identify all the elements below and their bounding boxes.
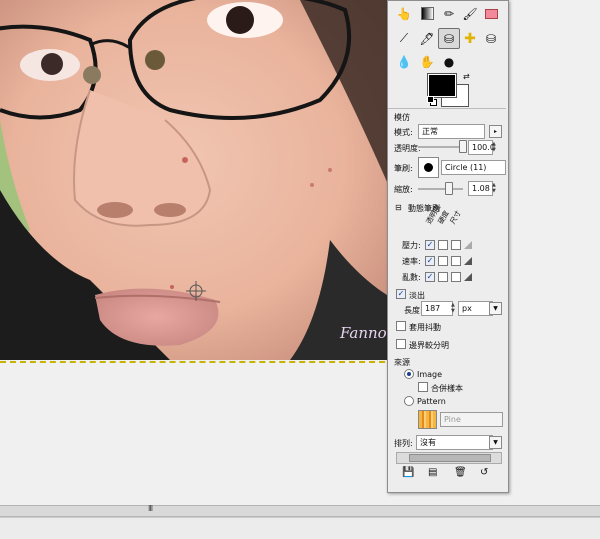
opacity-slider-track[interactable] bbox=[418, 146, 463, 148]
source-pattern-radio[interactable] bbox=[404, 396, 414, 406]
scale-slider-track[interactable] bbox=[418, 188, 463, 190]
source-pattern-label: Pattern bbox=[417, 397, 446, 406]
clone-stamp-icon[interactable]: ⛁ bbox=[438, 28, 460, 49]
opacity-label: 透明度: bbox=[394, 144, 421, 153]
brush-preview[interactable] bbox=[418, 157, 439, 178]
paintbrush-icon[interactable]: 🖌 bbox=[460, 4, 480, 23]
velocity-size-checkbox[interactable] bbox=[451, 256, 461, 266]
velocity-opacity-checkbox[interactable]: ✓ bbox=[425, 256, 435, 266]
pattern-swatch[interactable] bbox=[418, 410, 437, 429]
source-label: 來源 bbox=[394, 358, 410, 367]
circle-brush-icon bbox=[424, 163, 433, 172]
velocity-curve-icon[interactable] bbox=[464, 257, 472, 265]
opacity-input[interactable]: 100.0 bbox=[468, 140, 495, 155]
options-scrollbar[interactable] bbox=[396, 452, 502, 464]
clone-hand-icon[interactable]: 👆 bbox=[394, 4, 414, 23]
align-dropdown-chevron-icon[interactable]: ▼ bbox=[489, 436, 502, 449]
pressure-curve-icon[interactable] bbox=[464, 241, 472, 249]
hard-edge-label: 邊界較分明 bbox=[409, 341, 449, 350]
dodge-icon[interactable]: ● bbox=[439, 52, 459, 71]
smudge-icon[interactable]: ✋ bbox=[417, 52, 437, 71]
delete-options-icon[interactable]: 🗑 bbox=[454, 467, 467, 478]
options-footer: 💾 ▤ 🗑 ↺ bbox=[398, 467, 498, 481]
align-label: 排列: bbox=[394, 439, 413, 448]
restore-options-icon[interactable]: ▤ bbox=[428, 467, 437, 478]
color-picker-icon[interactable]: ⟋ bbox=[394, 29, 414, 48]
scale-slider-knob[interactable] bbox=[445, 182, 453, 195]
pressure-opacity-checkbox[interactable]: ✓ bbox=[425, 240, 435, 250]
length-unit-select[interactable]: px bbox=[458, 301, 493, 316]
hard-edge-checkbox[interactable] bbox=[396, 339, 406, 349]
sample-merged-label: 合併樣本 bbox=[431, 384, 463, 393]
fade-checkbox[interactable]: ✓ bbox=[396, 289, 406, 299]
opacity-slider-knob[interactable] bbox=[459, 140, 467, 153]
jitter-label: 套用抖動 bbox=[409, 323, 441, 332]
fade-label: 淡出 bbox=[409, 291, 425, 300]
options-title: 模仿 bbox=[394, 113, 410, 122]
random-size-checkbox[interactable] bbox=[451, 272, 461, 282]
random-curve-icon[interactable] bbox=[464, 273, 472, 281]
source-image-radio[interactable] bbox=[404, 369, 414, 379]
blur-icon[interactable]: 💧 bbox=[394, 52, 414, 71]
gradient-icon[interactable] bbox=[417, 4, 437, 23]
random-opacity-checkbox[interactable]: ✓ bbox=[425, 272, 435, 282]
pressure-label: 壓力: bbox=[402, 241, 421, 250]
unit-dropdown-chevron-icon[interactable]: ▼ bbox=[489, 302, 502, 315]
scale-label: 縮放: bbox=[394, 185, 413, 194]
watermark-text: Fanno bbox=[340, 324, 387, 342]
length-input[interactable]: 187 bbox=[421, 301, 453, 316]
opacity-spinner[interactable]: ▲ ▼ bbox=[492, 141, 498, 154]
pattern-name-field: Pine bbox=[440, 412, 503, 427]
reset-options-icon[interactable]: ↺ bbox=[480, 467, 488, 478]
length-spinner[interactable]: ▲ ▼ bbox=[451, 302, 457, 315]
horizontal-scrollbar[interactable]: III bbox=[0, 504, 600, 517]
mode-label: 模式: bbox=[394, 128, 413, 137]
sample-merged-checkbox[interactable] bbox=[418, 382, 428, 392]
pressure-hardness-checkbox[interactable] bbox=[438, 240, 448, 250]
reset-colors-icon[interactable] bbox=[427, 96, 437, 106]
jitter-checkbox[interactable] bbox=[396, 321, 406, 331]
source-image-label: Image bbox=[417, 370, 443, 379]
color-selector[interactable]: ⇄ bbox=[427, 72, 470, 107]
options-scrollbar-thumb[interactable] bbox=[409, 454, 491, 462]
pressure-size-checkbox[interactable] bbox=[451, 240, 461, 250]
velocity-hardness-checkbox[interactable] bbox=[438, 256, 448, 266]
save-options-icon[interactable]: 💾 bbox=[402, 467, 414, 478]
brush-name-field[interactable]: Circle (11) bbox=[441, 160, 506, 175]
face-photo bbox=[0, 0, 395, 360]
mode-reset-button[interactable]: ▸ bbox=[489, 125, 502, 138]
random-label: 亂數: bbox=[402, 273, 421, 282]
mode-select[interactable]: 正常 bbox=[418, 124, 485, 139]
photo-image[interactable]: Fanno bbox=[0, 0, 395, 360]
length-label: 長度: bbox=[404, 306, 423, 315]
scale-input[interactable]: 1.08 bbox=[468, 181, 493, 196]
swap-colors-icon[interactable]: ⇄ bbox=[463, 72, 470, 81]
eraser-icon[interactable] bbox=[481, 4, 501, 23]
image-canvas[interactable]: Fanno bbox=[0, 0, 600, 500]
random-hardness-checkbox[interactable] bbox=[438, 272, 448, 282]
selection-marching-ants bbox=[0, 361, 395, 363]
ink-icon[interactable]: 🖋 bbox=[417, 29, 437, 48]
brush-label: 筆刷: bbox=[394, 164, 413, 173]
pencil-icon[interactable]: ✏ bbox=[439, 4, 459, 23]
velocity-label: 速率: bbox=[402, 257, 421, 266]
heal-icon[interactable]: ✚ bbox=[460, 29, 480, 48]
perspective-clone-icon[interactable]: ⛁ bbox=[481, 29, 501, 48]
align-select[interactable]: 沒有 bbox=[416, 435, 493, 450]
foreground-color-swatch[interactable] bbox=[427, 73, 457, 98]
dynamics-expander-icon[interactable]: ⊟ bbox=[395, 203, 402, 212]
scale-spinner[interactable]: ▲ ▼ bbox=[492, 182, 498, 195]
scroll-grip[interactable]: III bbox=[148, 504, 153, 513]
status-bar bbox=[0, 517, 600, 539]
